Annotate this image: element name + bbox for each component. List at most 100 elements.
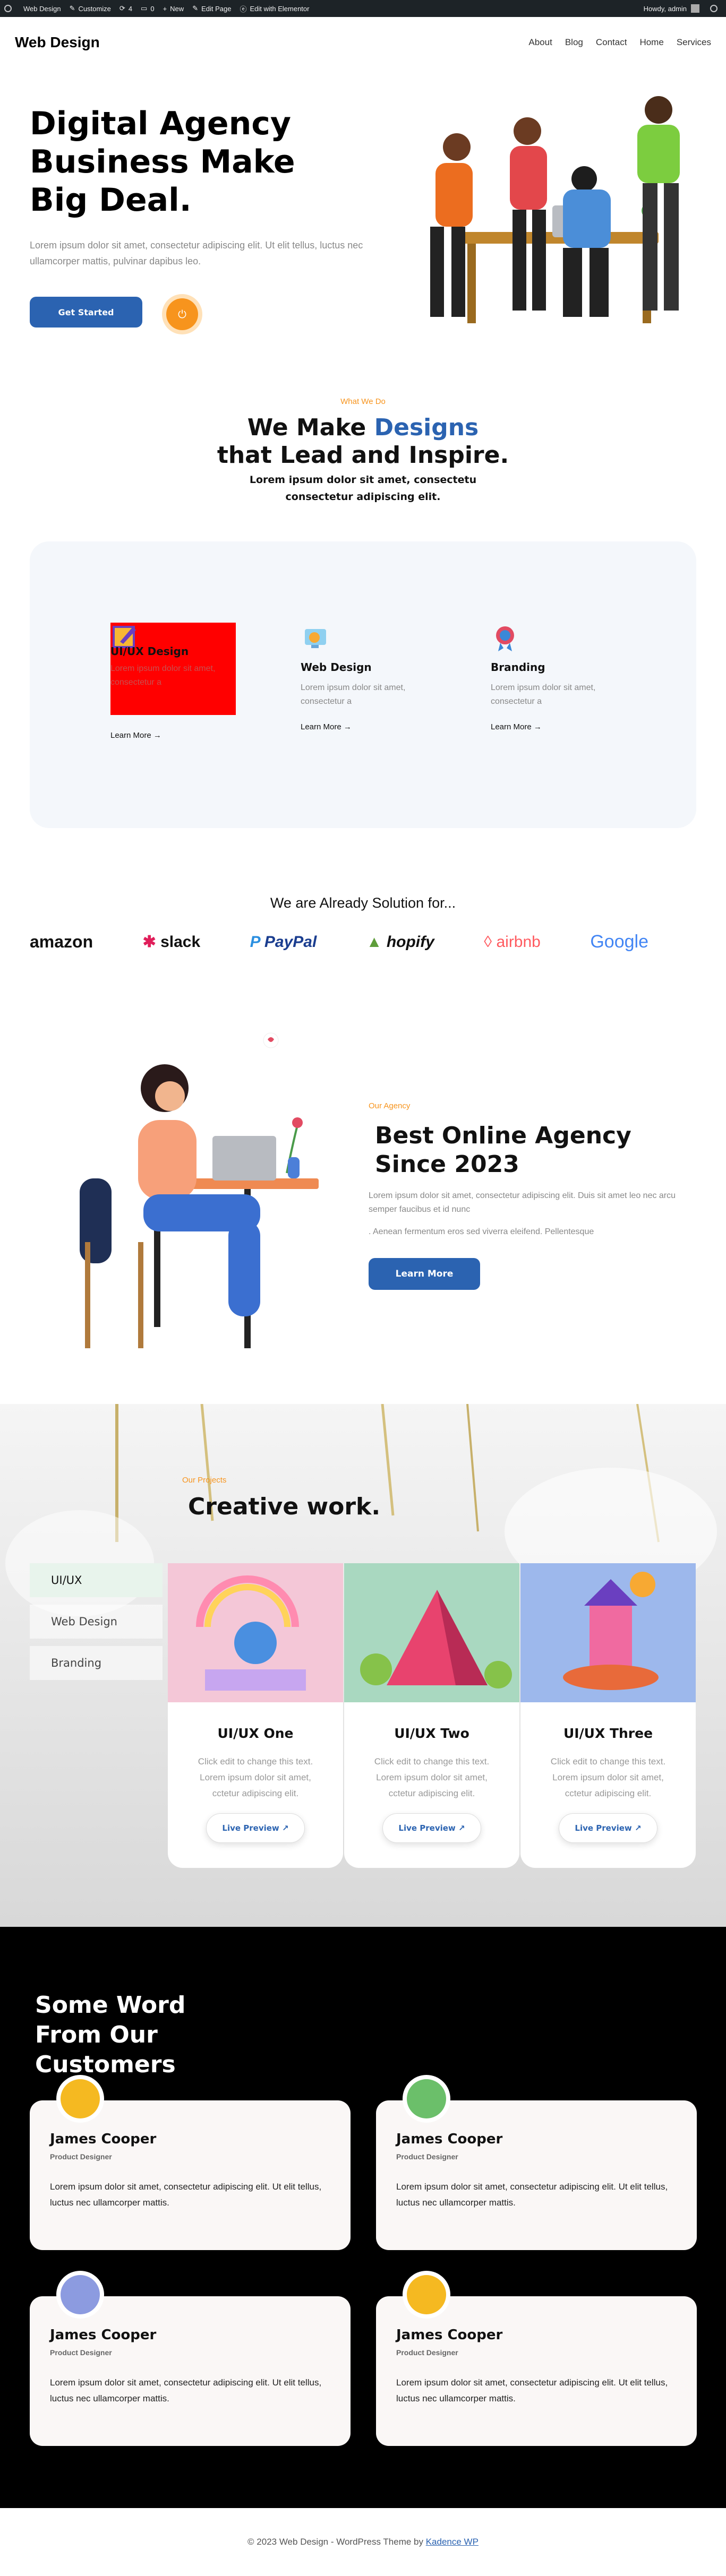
testimonial-role: Product Designer <box>396 2348 458 2357</box>
avatar-image <box>61 2079 100 2118</box>
testimonial-card: James Cooper Product Designer Lorem ipsu… <box>376 2075 697 2250</box>
learn-more-button[interactable]: Learn More <box>369 1258 480 1290</box>
web-design-icon <box>305 629 326 648</box>
testimonials-section: Some Word From Our Customers James Coope… <box>0 1927 726 2508</box>
testimonial-text: Lorem ipsum dolor sit amet, consectetur … <box>396 2182 668 2208</box>
project-image <box>344 1563 519 1702</box>
project-cards: UI/UX One Click edit to change this text… <box>168 1563 696 1868</box>
title-part1: We Make <box>247 414 374 441</box>
site-logo[interactable]: Web Design <box>15 34 100 51</box>
avatar-image <box>407 2275 446 2314</box>
testimonial-name: James Cooper <box>396 2131 503 2147</box>
testimonials-title: Some Word From Our Customers <box>35 1992 186 2078</box>
project-text: Click edit to change this text. Lorem ip… <box>374 1756 490 1798</box>
brands-title: We are Already Solution for... <box>270 895 456 911</box>
admin-bar-greeting[interactable]: Howdy, admin <box>644 5 687 13</box>
admin-bar-updates[interactable]: ⟳ 4 <box>119 4 132 13</box>
what-we-do-subtitle: Lorem ipsum dolor sit amet, consectetu c… <box>249 474 477 503</box>
tab-branding[interactable]: Branding <box>30 1646 163 1680</box>
get-started-button[interactable]: Get Started <box>30 297 142 328</box>
main-nav: About Blog Contact Home Services <box>528 37 711 48</box>
avatar <box>403 2075 450 2123</box>
admin-bar-edit-page[interactable]: ✎ Edit Page <box>192 4 231 13</box>
external-link-icon: ↗ <box>282 1823 289 1833</box>
learn-more-link[interactable]: Learn More → <box>301 722 439 731</box>
play-button[interactable]: ⏻ <box>162 294 202 334</box>
admin-bar-new[interactable]: + New <box>163 5 184 13</box>
projects-eyebrow: Our Projects <box>182 1476 227 1485</box>
testimonial-role: Product Designer <box>50 2348 112 2357</box>
avatar <box>56 2075 104 2123</box>
avatar <box>56 2271 104 2319</box>
service-text: Lorem ipsum dolor sit amet, consectetur … <box>301 683 406 706</box>
avatar <box>403 2271 450 2319</box>
project-title: UI/UX One <box>217 1726 294 1741</box>
wordpress-logo-icon[interactable] <box>4 5 15 12</box>
nav-item-blog[interactable]: Blog <box>565 37 583 48</box>
hero-title: Digital Agency Business Make Big Deal. <box>30 105 295 219</box>
shopify-logo: ▲ hopify <box>366 933 434 951</box>
slack-icon: ✱ <box>142 933 156 951</box>
learn-more-link[interactable]: Learn More → <box>491 722 629 731</box>
what-we-do-title: We Make Designs that Lead and Inspire. <box>0 414 726 469</box>
agency-paragraph: Lorem ipsum dolor sit amet, consectetur … <box>369 1191 676 1214</box>
nav-item-contact[interactable]: Contact <box>596 37 627 48</box>
live-preview-button[interactable]: Live Preview ↗ <box>206 1813 305 1843</box>
service-card-web-design[interactable]: Web Design Lorem ipsum dolor sit amet, c… <box>301 624 439 731</box>
footer-text: © 2023 Web Design - WordPress Theme by <box>247 2537 423 2547</box>
google-logo: Google <box>590 932 648 952</box>
testimonial-text: Lorem ipsum dolor sit amet, consectetur … <box>396 2377 668 2403</box>
hero-text: Lorem ipsum dolor sit amet, consectetur … <box>30 240 363 266</box>
admin-bar-comments[interactable]: ▭ 0 <box>141 4 155 13</box>
comment-icon: ▭ <box>141 4 148 12</box>
brand-logos: amazon ✱ slack P PayPal ▲ hopify ◊ airbn… <box>30 932 648 952</box>
live-preview-button[interactable]: Live Preview ↗ <box>559 1813 657 1843</box>
amazon-logo: amazon <box>30 932 93 951</box>
agency-eyebrow: Our Agency <box>369 1101 411 1110</box>
paypal-icon: P <box>250 933 260 951</box>
service-card-uiux[interactable]: UI/UX Design Lorem ipsum dolor sit amet,… <box>110 623 236 740</box>
agency-title: Best Online Agency Since 2023 <box>375 1122 631 1178</box>
tab-web-design[interactable]: Web Design <box>30 1605 163 1639</box>
slack-logo: ✱ slack <box>142 933 201 951</box>
refresh-icon: ⟳ <box>119 4 125 12</box>
testimonial-role: Product Designer <box>396 2152 458 2161</box>
branding-icon <box>496 626 514 651</box>
testimonial-name: James Cooper <box>50 2327 157 2343</box>
testimonial-card: James Cooper Product Designer Lorem ipsu… <box>30 2075 351 2250</box>
nav-item-services[interactable]: Services <box>677 37 711 48</box>
search-icon[interactable] <box>710 5 718 12</box>
paypal-logo: P PayPal <box>250 933 317 951</box>
plus-icon: + <box>163 4 167 13</box>
avatar-image <box>61 2275 100 2314</box>
live-preview-button[interactable]: Live Preview ↗ <box>382 1813 481 1843</box>
admin-bar-site-link[interactable]: Web Design <box>23 5 61 13</box>
airbnb-icon: ◊ <box>484 933 492 951</box>
admin-bar-elementor[interactable]: ⓔ Edit with Elementor <box>240 4 309 14</box>
admin-bar: Web Design ✎ Customize ⟳ 4 ▭ 0 + New ✎ Edit P… <box>0 0 726 17</box>
site-footer: © 2023 Web Design - WordPress Theme by K… <box>0 2508 726 2576</box>
project-card: UI/UX Two Click edit to change this text… <box>344 1563 519 1868</box>
footer-link[interactable]: Kadence WP <box>426 2537 479 2547</box>
what-we-do-eyebrow: What We Do <box>340 397 386 406</box>
nav-item-home[interactable]: Home <box>639 37 663 48</box>
pencil-icon: ✎ <box>192 4 199 12</box>
project-image <box>168 1563 343 1702</box>
project-title: UI/UX Three <box>563 1726 653 1741</box>
site-header: Web Design About Blog Contact Home Servi… <box>0 17 726 67</box>
service-card-branding[interactable]: Branding Lorem ipsum dolor sit amet, con… <box>491 624 629 731</box>
hero-section: Digital Agency Business Make Big Deal. L… <box>0 67 726 343</box>
admin-bar-customize[interactable]: ✎ Customize <box>70 4 111 13</box>
nav-item-about[interactable]: About <box>528 37 552 48</box>
pencil-icon: ✎ <box>69 4 75 12</box>
project-title: UI/UX Two <box>394 1726 469 1741</box>
testimonial-name: James Cooper <box>50 2131 157 2147</box>
agency-illustration <box>80 1032 319 1348</box>
tab-uiux[interactable]: UI/UX <box>30 1563 163 1597</box>
avatar[interactable] <box>691 4 699 13</box>
testimonial-role: Product Designer <box>50 2152 112 2161</box>
avatar-image <box>407 2079 446 2118</box>
elementor-icon: ⓔ <box>240 5 247 13</box>
services-box: UI/UX Design Lorem ipsum dolor sit amet,… <box>30 541 696 828</box>
learn-more-link[interactable]: Learn More → <box>110 731 161 740</box>
